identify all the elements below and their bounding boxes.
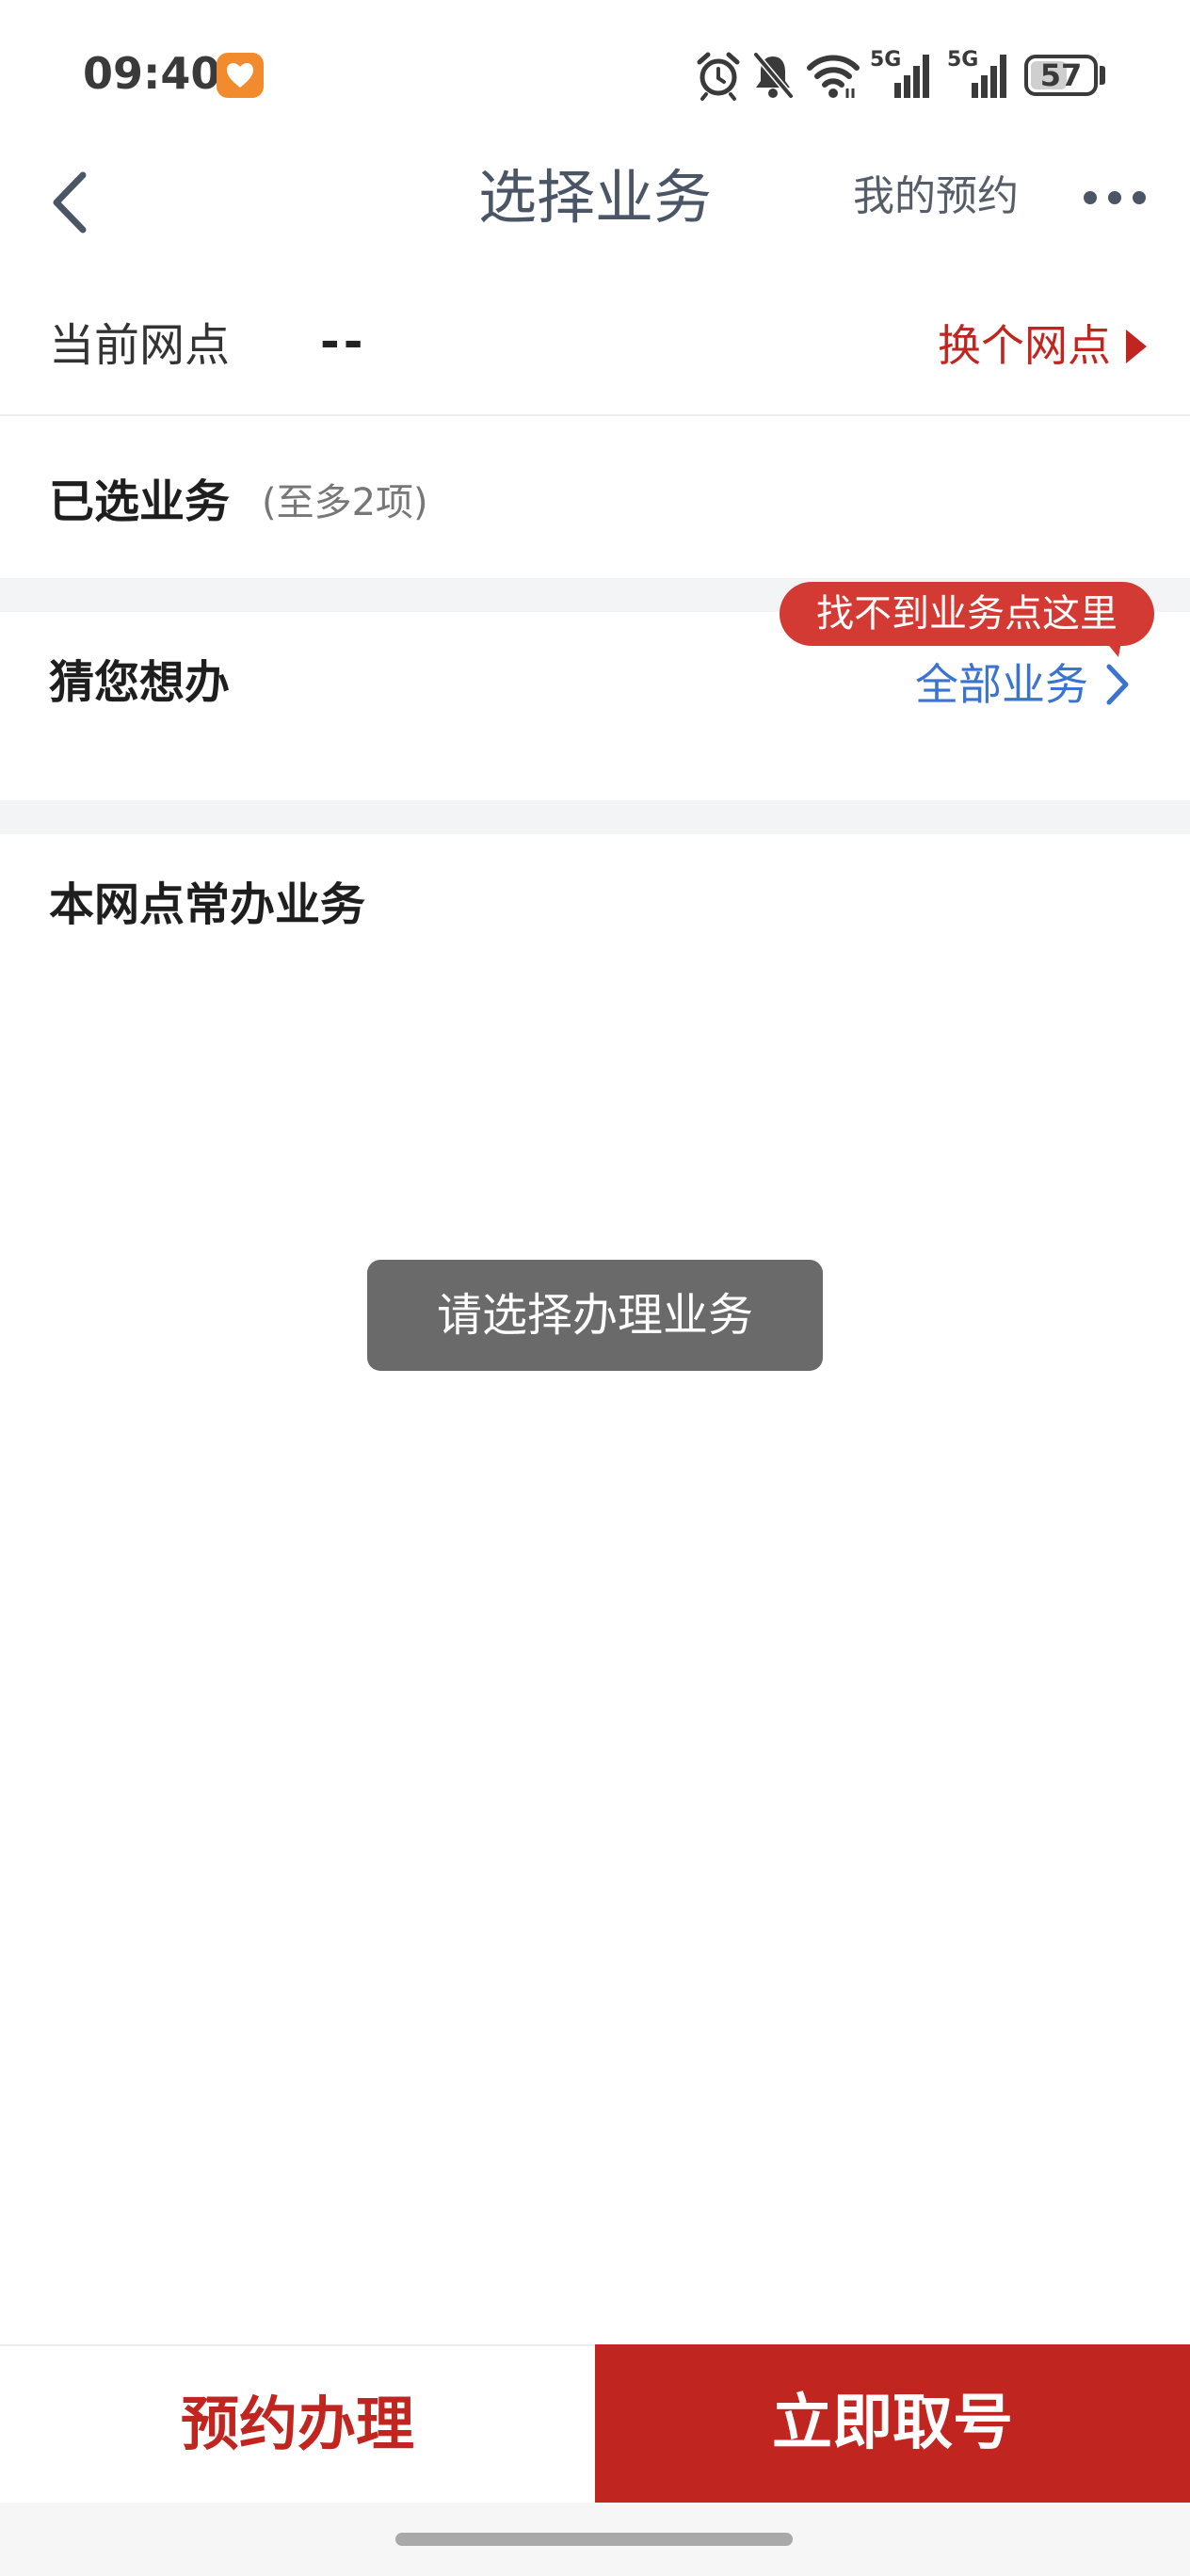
more-dots-icon [1084,191,1146,204]
all-business-link[interactable]: 全部业务 [915,652,1088,717]
wifi-icon [806,49,860,105]
triangle-right-icon[interactable] [1122,328,1149,365]
reserve-button[interactable]: 预约办理 [0,2346,595,2503]
status-bar: 09:40 5G 5G 57 [0,0,1190,141]
common-business-label: 本网点常办业务 [49,878,366,931]
alarm-icon [695,49,742,105]
all-business-tooltip[interactable]: 找不到业务点这里 [780,582,1154,646]
back-button[interactable] [45,169,102,235]
battery-level: 57 [1039,57,1083,93]
nav-bar: 选择业务 我的预约 [0,141,1190,264]
selected-business-row: 已选业务 (至多2项) [0,416,1190,578]
current-branch-row: 当前网点 -- 换个网点 [0,282,1190,416]
toast-message: 请选择办理业务 [367,1260,823,1371]
selected-business-label: 已选业务 [49,475,231,528]
bottom-action-bar: 预约办理 立即取号 [0,2344,1190,2503]
home-indicator[interactable] [395,2533,793,2546]
chevron-left-icon [53,171,87,233]
selected-business-limit-note: (至多2项) [262,481,428,524]
app-screen: 09:40 5G 5G 57 选择业务 我的预约 当前网点 -- 换个网点 已选… [0,0,1190,2576]
chevron-right-icon[interactable] [1103,661,1132,708]
guess-label: 猜您想办 [49,656,231,709]
bell-off-icon [751,49,795,105]
tooltip-tail [1102,636,1122,657]
battery-tip [1100,66,1105,85]
my-reservation-link[interactable]: 我的预约 [853,164,1019,230]
current-branch-label: 当前网点 [49,319,231,372]
status-time: 09:40 [83,48,221,99]
current-branch-value: -- [320,314,367,369]
home-indicator-area [0,2503,1190,2576]
battery-icon: 57 [1024,55,1098,96]
change-branch-button[interactable]: 换个网点 [938,313,1111,378]
section-divider [0,800,1190,834]
more-button[interactable] [1081,179,1149,217]
health-app-icon [217,53,264,98]
take-number-button[interactable]: 立即取号 [595,2344,1190,2503]
